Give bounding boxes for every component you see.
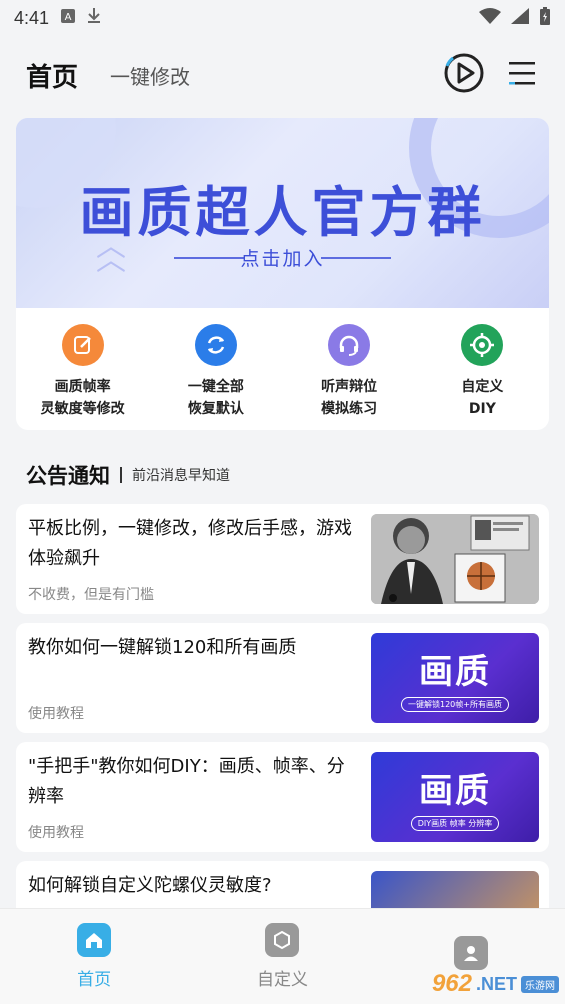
news-thumbnail: 画质 一键解锁120帧+所有画质 [371,633,539,723]
section-subtitle: 前沿消息早知道 [132,468,230,484]
news-item[interactable]: 教你如何一键解锁120和所有画质 使用教程 画质 一键解锁120帧+所有画质 [16,623,549,733]
news-tag: 使用教程 [28,825,84,841]
download-icon [87,8,101,28]
quick-action-sound[interactable]: 听声辩位 模拟练习 [289,324,409,420]
quick-action-diy[interactable]: 自定义 DIY [422,324,542,420]
refresh-icon [194,324,237,366]
watermark-net: .NET [475,973,517,994]
thumbnail-caption: DIY画质 帧率 分辨率 [410,816,500,831]
banner-title: 画质超人官方群 [79,180,486,244]
quick-action-label: 一键全部 [187,379,244,395]
user-icon [453,935,488,970]
quick-action-label: 灵敏度等修改 [40,401,125,417]
news-title: "手把手"教你如何DIY：画质、帧率、分辨率 [28,756,345,807]
thumbnail-caption: 一键解锁120帧+所有画质 [401,697,509,712]
watermark-logo: 962 .NET 乐游网 [432,970,559,998]
section-title: 公告通知 [26,464,110,488]
join-group-banner[interactable]: ︿ ︿ 画质超人官方群 点击加入 [16,118,549,308]
quick-actions: 画质帧率 灵敏度等修改 一键全部 恢复默认 听声辩位 模拟练习 自定义 DIY [16,308,549,420]
notices-header: 公告通知 前沿消息早知道 [0,430,565,504]
watermark-site: 乐游网 [521,975,559,993]
banner-divider [321,257,391,259]
quick-action-label: 恢复默认 [187,401,244,417]
banner-card: ︿ ︿ 画质超人官方群 点击加入 画质帧率 灵敏度等修改 一键全部 恢复默认 听声… [16,118,549,430]
news-tag: 不收费，但是有门槛 [28,587,154,603]
header-subtitle[interactable]: 一键修改 [110,61,190,90]
play-icon[interactable] [443,52,485,98]
news-title: 平板比例，一键修改，修改后手感，游戏体验飙升 [28,518,352,569]
news-thumbnail [371,514,539,604]
news-tag: 使用教程 [28,706,84,722]
nav-custom[interactable]: 自定义 [222,923,342,990]
quick-action-reset[interactable]: 一键全部 恢复默认 [156,324,276,420]
quick-action-label: DIY [468,401,496,417]
news-item[interactable]: "手把手"教你如何DIY：画质、帧率、分辨率 使用教程 画质 DIY画质 帧率 … [16,742,549,852]
thumbnail-title: 画质 [419,652,491,692]
home-icon [77,923,112,957]
signal-icon [511,7,529,29]
nav-home[interactable]: 首页 [34,923,154,990]
banner-join-link[interactable]: 点击加入 [16,244,549,271]
headset-icon [328,324,371,366]
thumbnail-title: 画质 [419,771,491,811]
status-bar: 4:41 A [0,0,565,36]
quick-action-label: 自定义 [461,379,504,395]
edit-icon [61,324,104,366]
target-icon [461,324,504,366]
quick-action-label: 画质帧率 [54,379,111,395]
section-divider [120,467,122,483]
news-title: 教你如何一键解锁120和所有画质 [28,637,297,658]
app-header: 首页 一键修改 [0,36,565,114]
news-item[interactable]: 平板比例，一键修改，修改后手感，游戏体验飙升 不收费，但是有门槛 [16,504,549,614]
hexagon-icon [265,923,300,957]
nav-label: 自定义 [256,970,308,990]
news-list: 平板比例，一键修改，修改后手感，游戏体验飙升 不收费，但是有门槛 教你如何一键解… [0,504,565,971]
page-title: 首页 [26,62,79,93]
news-thumbnail: 画质 DIY画质 帧率 分辨率 [371,752,539,842]
quick-action-label: 模拟练习 [321,401,378,417]
battery-icon [539,6,551,30]
notification-a-icon: A [61,9,76,27]
news-title: 如何解锁自定义陀螺仪灵敏度? [28,875,272,896]
menu-icon[interactable] [507,57,539,93]
wifi-icon [479,7,501,29]
status-time: 4:41 [14,7,50,28]
nav-label: 首页 [77,970,112,990]
quick-action-label: 听声辩位 [321,379,378,395]
svg-text:A: A [65,12,72,23]
quick-action-modify[interactable]: 画质帧率 灵敏度等修改 [23,324,143,420]
watermark-number: 962 [431,970,472,997]
